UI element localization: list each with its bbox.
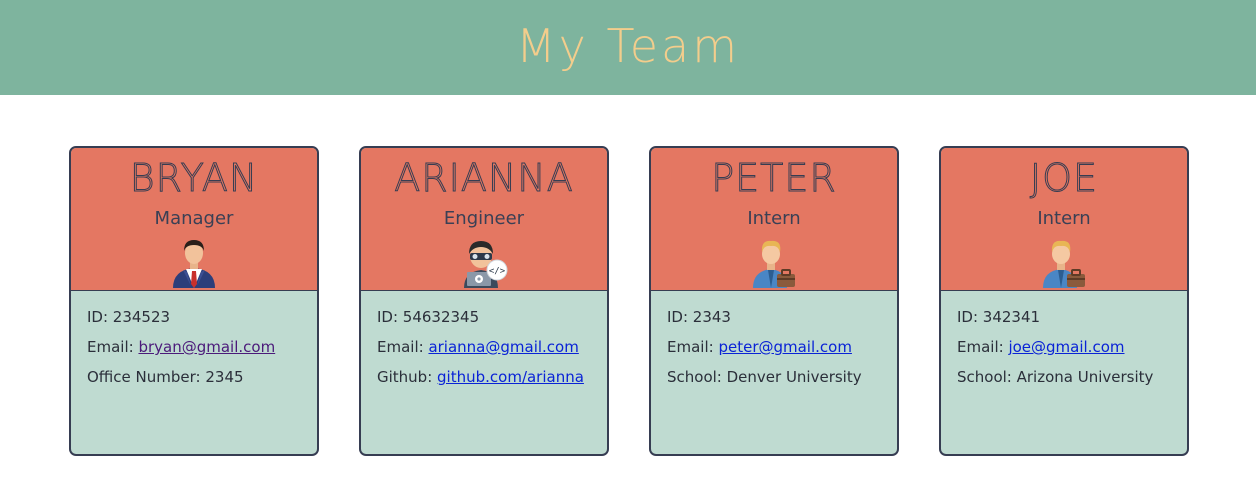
employee-email-row: Email: peter@gmail.com <box>667 337 881 367</box>
email-label: Email: <box>377 338 429 356</box>
employee-name: JOE <box>1029 156 1099 201</box>
header-banner: My Team <box>0 0 1256 95</box>
email-link[interactable]: bryan@gmail.com <box>138 338 275 356</box>
employee-id: ID: 234523 <box>87 308 171 326</box>
card-details: ID: 54632345 Email: arianna@gmail.com Gi… <box>361 291 607 397</box>
office-number: Office Number: 2345 <box>87 368 244 386</box>
intern-icon <box>753 240 795 288</box>
engineer-icon: </> <box>464 241 508 288</box>
employee-email-row: Email: joe@gmail.com <box>957 337 1171 367</box>
team-card-joe: JOE Intern ID: 342341 Email: joe@gmail.c… <box>939 146 1189 456</box>
card-details: ID: 342341 Email: joe@gmail.com School: … <box>941 291 1187 397</box>
page-title: My Team <box>515 18 741 73</box>
intern-icon <box>1043 240 1085 288</box>
email-label: Email: <box>667 338 719 356</box>
card-header: PETER Intern <box>651 148 897 291</box>
employee-role: Intern <box>747 208 801 229</box>
email-link[interactable]: joe@gmail.com <box>1008 338 1124 356</box>
card-header: JOE Intern <box>941 148 1187 291</box>
employee-email-row: Email: bryan@gmail.com <box>87 337 301 367</box>
email-label: Email: <box>87 338 139 356</box>
github-label: Github: <box>377 368 438 386</box>
employee-role: Engineer <box>443 208 525 229</box>
employee-email-row: Email: arianna@gmail.com <box>377 337 591 367</box>
svg-text:</>: </> <box>489 267 506 277</box>
card-header: ARIANNA Engineer </> <box>361 148 607 291</box>
card-header: BRYAN Manager <box>71 148 317 291</box>
school-info: School: Denver University <box>667 368 862 386</box>
card-details: ID: 2343 Email: peter@gmail.com School: … <box>651 291 897 397</box>
employee-name: ARIANNA <box>394 156 574 201</box>
employee-id: ID: 342341 <box>957 308 1041 326</box>
email-label: Email: <box>957 338 1009 356</box>
manager-icon <box>173 240 215 288</box>
team-card-bryan: BRYAN Manager ID: 234523 Email: bryan@gm… <box>69 146 319 456</box>
github-link[interactable]: github.com/arianna <box>437 368 584 386</box>
employee-name: PETER <box>711 156 837 201</box>
employee-role: Intern <box>1037 208 1091 229</box>
card-details: ID: 234523 Email: bryan@gmail.com Office… <box>71 291 317 397</box>
employee-id: ID: 54632345 <box>377 308 480 326</box>
employee-name: BRYAN <box>129 156 259 201</box>
email-link[interactable]: arianna@gmail.com <box>428 338 578 356</box>
team-card-arianna: ARIANNA Engineer </> ID: 54632345 Email:… <box>359 146 609 456</box>
school-info: School: Arizona University <box>957 368 1154 386</box>
email-link[interactable]: peter@gmail.com <box>718 338 852 356</box>
employee-id: ID: 2343 <box>667 308 731 326</box>
employee-role: Manager <box>154 208 234 229</box>
team-card-peter: PETER Intern ID: 2343 Email: peter@gmail… <box>649 146 899 456</box>
github-row: Github: github.com/arianna <box>377 367 591 397</box>
